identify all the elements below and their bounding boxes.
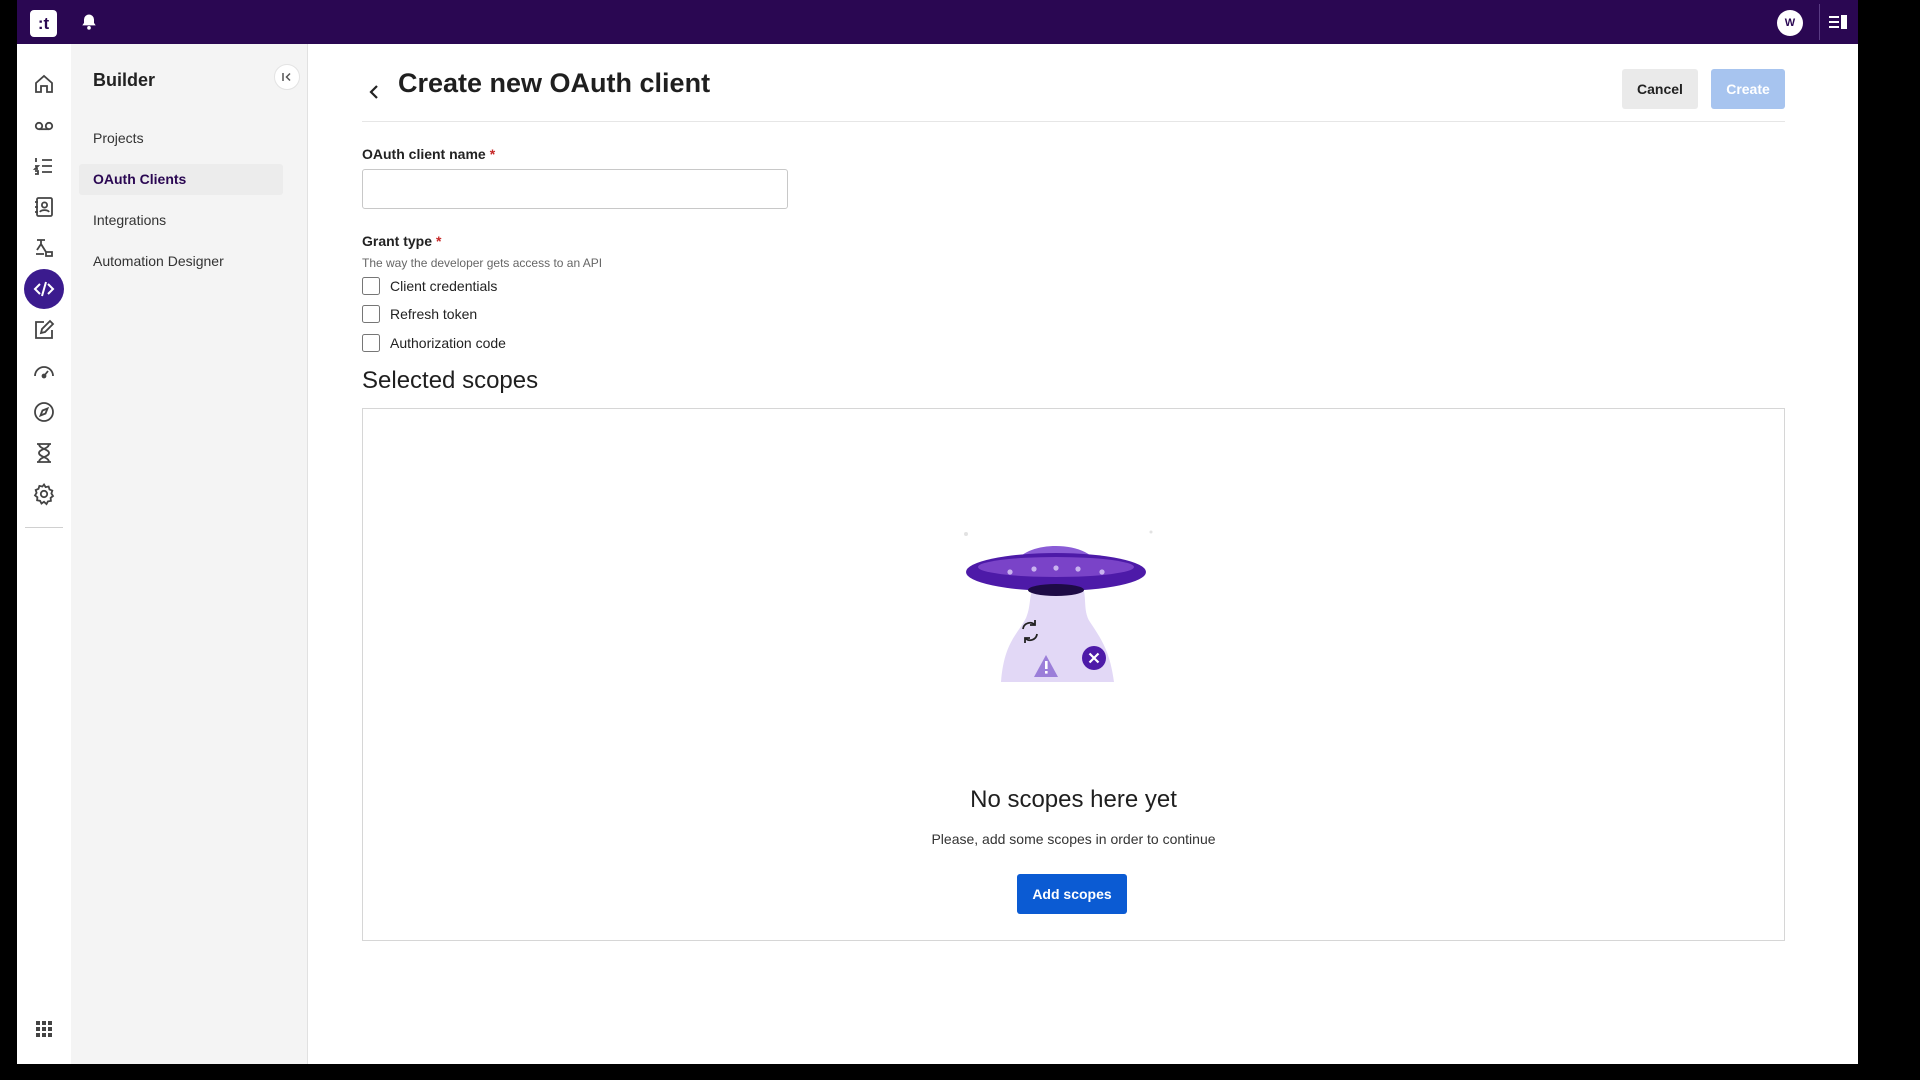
grant-option-authorization-code[interactable]: Authorization code: [362, 332, 506, 354]
refresh-token-checkbox[interactable]: [362, 305, 380, 323]
sidebar-item-oauth-clients[interactable]: OAuth Clients: [79, 164, 283, 195]
compass-icon: [34, 402, 54, 422]
selected-scopes-title: Selected scopes: [362, 367, 539, 394]
required-mark: *: [436, 233, 442, 249]
refresh-token-label: Refresh token: [390, 306, 478, 322]
rail-builder[interactable]: [24, 269, 64, 309]
collapse-left-icon: [282, 72, 291, 82]
dashboard-icon: [34, 366, 54, 379]
top-bar: :t W: [17, 0, 1858, 44]
page-title: Create new OAuth client: [398, 68, 711, 98]
sidebar-item-automation-designer[interactable]: Automation Designer: [79, 246, 283, 277]
user-avatar[interactable]: W: [1777, 10, 1803, 36]
rail-edit[interactable]: [24, 310, 64, 350]
apps-grid-icon: [36, 1021, 52, 1037]
rail-contacts[interactable]: [24, 187, 64, 227]
rail-home[interactable]: [24, 64, 64, 104]
grant-option-client-credentials[interactable]: Client credentials: [362, 275, 497, 297]
bell-icon[interactable]: [79, 12, 99, 32]
client-name-label-text: OAuth client name: [362, 146, 486, 162]
rail-divider: [25, 527, 63, 528]
sidebar-item-projects[interactable]: Projects: [79, 123, 283, 154]
rail-explore[interactable]: [24, 392, 64, 432]
rail-list[interactable]: [24, 146, 64, 186]
flow-icon: [36, 239, 53, 257]
voicemail-icon: [34, 121, 54, 131]
hourglass-icon: [37, 443, 51, 463]
cancel-button[interactable]: Cancel: [1622, 69, 1698, 109]
client-credentials-checkbox[interactable]: [362, 277, 380, 295]
authorization-code-checkbox[interactable]: [362, 334, 380, 352]
create-button[interactable]: Create: [1711, 69, 1785, 109]
contacts-icon: [35, 197, 53, 217]
collapse-sidebar-button[interactable]: [274, 64, 300, 90]
edit-icon: [35, 319, 55, 339]
builder-sidebar: Builder Projects OAuth Clients Integrati…: [71, 44, 308, 1064]
rail-dashboard[interactable]: [24, 351, 64, 391]
ufo-illustration: [964, 530, 1153, 682]
grant-option-refresh-token[interactable]: Refresh token: [362, 303, 477, 325]
grant-type-label: Grant type *: [362, 233, 441, 249]
app-window: :t W Builder Projects OAuth Clients Inte…: [17, 0, 1858, 1064]
authorization-code-label: Authorization code: [390, 335, 506, 351]
panel-toggle-icon[interactable]: [1827, 12, 1849, 32]
sidebar-title: Builder: [93, 70, 156, 90]
empty-state-subtitle: Please, add some scopes in order to cont…: [931, 831, 1216, 847]
app-logo[interactable]: :t: [30, 10, 57, 37]
code-icon: [33, 281, 55, 297]
back-arrow-icon[interactable]: [362, 80, 386, 104]
rail-settings[interactable]: [24, 474, 64, 514]
rail-voicemail[interactable]: [24, 105, 64, 145]
add-scopes-button[interactable]: Add scopes: [1017, 874, 1127, 914]
rail-history[interactable]: [24, 433, 64, 473]
sidebar-item-integrations[interactable]: Integrations: [79, 205, 283, 236]
client-name-input[interactable]: [362, 169, 788, 209]
gear-icon: [33, 482, 55, 506]
header-divider: [362, 121, 1785, 122]
numbered-list-icon: [32, 158, 52, 175]
scopes-empty-state: No scopes here yet Please, add some scop…: [362, 408, 1785, 941]
nav-rail: [17, 44, 71, 1064]
client-credentials-label: Client credentials: [390, 278, 498, 294]
topbar-divider: [1819, 4, 1820, 40]
required-mark: *: [489, 146, 496, 162]
grant-type-label-text: Grant type: [362, 233, 433, 249]
grant-type-helper: The way the developer gets access to an …: [362, 256, 603, 270]
empty-state-title: No scopes here yet: [970, 786, 1177, 813]
client-name-label: OAuth client name *: [362, 146, 495, 162]
home-icon: [35, 74, 53, 93]
rail-apps[interactable]: [24, 1009, 64, 1049]
rail-flow[interactable]: [24, 228, 64, 268]
